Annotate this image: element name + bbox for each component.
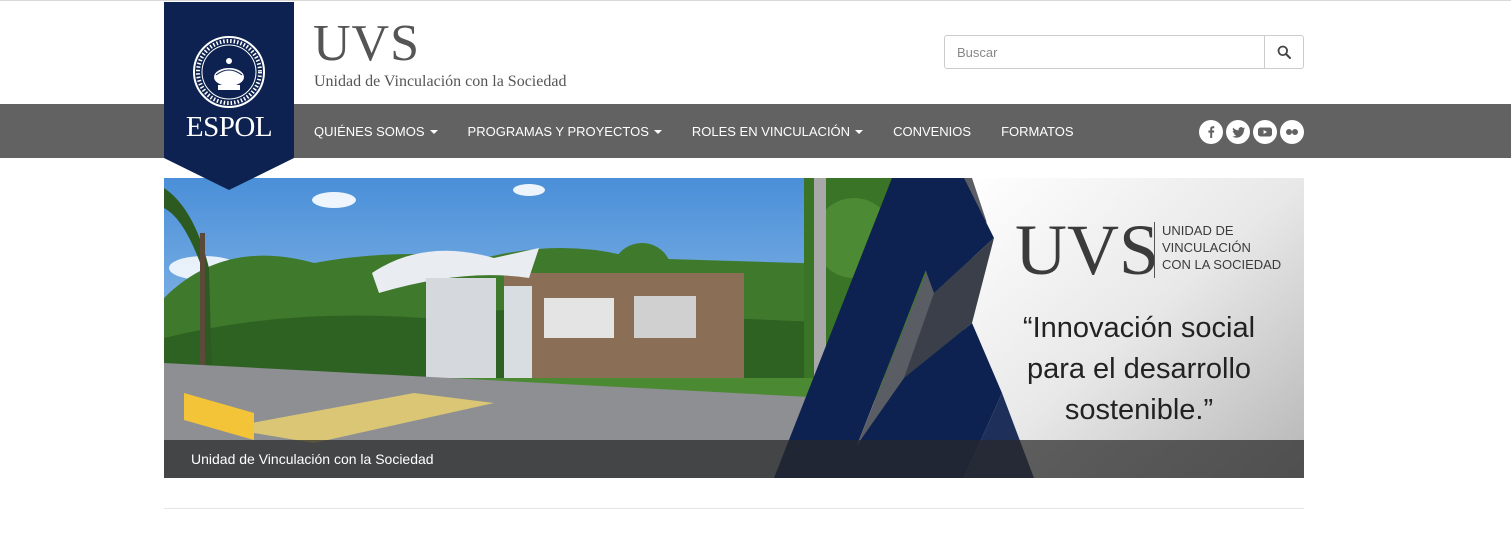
slogan-line: “Innovación social xyxy=(1022,312,1256,344)
main-nav: QUIÉNES SOMOS PROGRAMAS Y PROYECTOS ROLE… xyxy=(299,104,1089,158)
hero-brand-line: VINCULACIÓN xyxy=(1162,239,1251,255)
hero-banner[interactable]: UVS UNIDAD DE VINCULACIÓN CON LA SOCIEDA… xyxy=(164,178,1304,478)
hero-brand-title: UVS xyxy=(1015,210,1160,290)
espol-seal-icon xyxy=(193,36,265,108)
nav-roles-vinculacion[interactable]: ROLES EN VINCULACIÓN xyxy=(677,124,878,139)
hero-slogan: “Innovación social para el desarrollo so… xyxy=(989,308,1289,432)
search-button[interactable] xyxy=(1264,36,1303,68)
flickr-icon xyxy=(1286,129,1298,135)
youtube-button[interactable] xyxy=(1253,120,1277,144)
twitter-button[interactable] xyxy=(1226,120,1250,144)
nav-programas-proyectos[interactable]: PROGRAMAS Y PROYECTOS xyxy=(453,124,677,139)
caret-down-icon xyxy=(855,129,864,134)
social-links xyxy=(1199,120,1304,144)
nav-quienes-somos[interactable]: QUIÉNES SOMOS xyxy=(299,124,453,139)
nav-label: CONVENIOS xyxy=(893,123,972,139)
hero-brand-subtitle: UNIDAD DE VINCULACIÓN CON LA SOCIEDAD xyxy=(1162,223,1281,274)
nav-label: QUIÉNES SOMOS xyxy=(314,123,425,139)
search-input[interactable] xyxy=(945,36,1264,68)
caret-down-icon xyxy=(429,129,438,134)
hero-caption: Unidad de Vinculación con la Sociedad xyxy=(191,451,434,467)
nav-formatos[interactable]: FORMATOS xyxy=(986,124,1088,139)
search-icon xyxy=(1277,45,1291,59)
twitter-icon xyxy=(1231,126,1245,138)
nav-label: FORMATOS xyxy=(1001,123,1074,139)
site-subtitle: Unidad de Vinculación con la Sociedad xyxy=(314,73,567,90)
hero-brand-line: UNIDAD DE xyxy=(1162,223,1234,238)
top-border xyxy=(0,0,1511,1)
nav-label: PROGRAMAS Y PROYECTOS xyxy=(467,123,649,139)
hero-brand-divider xyxy=(1154,222,1155,278)
hero-brand-line: CON LA SOCIEDAD xyxy=(1162,256,1282,272)
nav-label: ROLES EN VINCULACIÓN xyxy=(691,123,851,139)
facebook-icon xyxy=(1208,126,1215,138)
site-title[interactable]: UVS xyxy=(313,18,420,70)
flickr-button[interactable] xyxy=(1280,120,1304,144)
espol-logo[interactable]: ESPOL xyxy=(164,2,294,190)
caret-down-icon xyxy=(653,129,662,134)
nav-convenios[interactable]: CONVENIOS xyxy=(878,124,986,139)
slogan-line: para el desarrollo xyxy=(1026,353,1252,386)
youtube-icon xyxy=(1258,127,1272,137)
logo-text: ESPOL xyxy=(185,111,273,143)
facebook-button[interactable] xyxy=(1199,120,1223,144)
content-divider xyxy=(164,508,1304,509)
slogan-line: sostenible.” xyxy=(1064,394,1214,427)
search-box xyxy=(944,35,1304,69)
